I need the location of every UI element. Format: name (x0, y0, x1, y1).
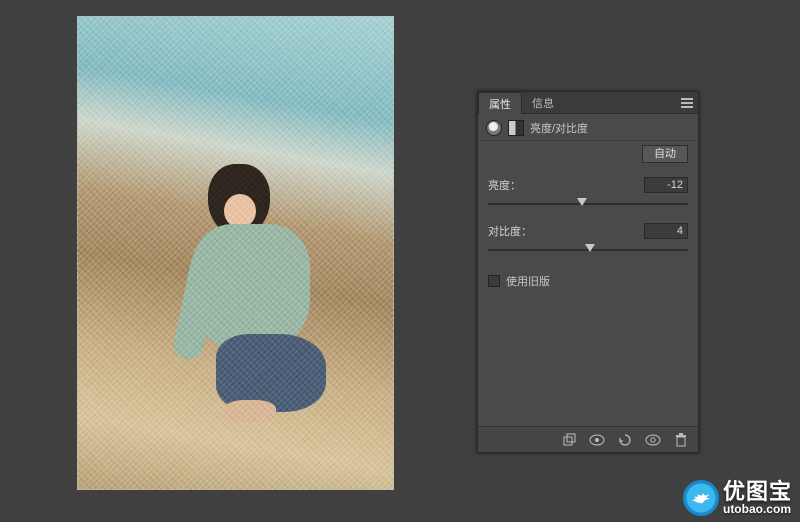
watermark-name-en: utobao.com (723, 503, 792, 515)
reset-icon[interactable] (616, 431, 634, 449)
contrast-slider[interactable] (488, 245, 688, 255)
panel-footer (478, 426, 698, 452)
tab-properties[interactable]: 属性 (478, 92, 522, 114)
contrast-row: 对比度： (488, 223, 688, 255)
document-canvas[interactable] (77, 16, 394, 490)
contrast-label: 对比度： (488, 223, 532, 239)
panel-menu-icon[interactable] (676, 92, 698, 114)
panel-tab-bar: 属性 信息 (478, 92, 698, 114)
brightness-row: 亮度： (488, 177, 688, 209)
properties-panel: 属性 信息 亮度/对比度 自动 亮度： 对比度： (477, 91, 699, 453)
delete-icon[interactable] (672, 431, 690, 449)
legacy-checkbox[interactable] (488, 275, 500, 287)
watermark-name-zh: 优图宝 (723, 481, 792, 503)
brightness-value-input[interactable] (644, 177, 688, 193)
view-previous-icon[interactable] (588, 431, 606, 449)
adjustment-header: 亮度/对比度 (478, 114, 698, 141)
adjustment-title: 亮度/对比度 (530, 120, 588, 136)
auto-button[interactable]: 自动 (642, 145, 688, 163)
brightness-slider[interactable] (488, 199, 688, 209)
legacy-row: 使用旧版 (488, 273, 688, 289)
contrast-value-input[interactable] (644, 223, 688, 239)
toggle-visibility-icon[interactable] (644, 431, 662, 449)
watermark-badge-icon (683, 480, 719, 516)
watermark: 优图宝 utobao.com (683, 480, 792, 516)
brightness-label: 亮度： (488, 177, 521, 193)
photo-subject (172, 164, 352, 424)
clip-to-layer-icon[interactable] (560, 431, 578, 449)
brightness-icon (486, 120, 502, 136)
canvas-image (77, 16, 394, 490)
panel-body: 自动 亮度： 对比度： 使用旧版 (478, 141, 698, 426)
legacy-label: 使用旧版 (506, 273, 550, 289)
contrast-icon (508, 120, 524, 136)
tab-info[interactable]: 信息 (522, 92, 564, 113)
